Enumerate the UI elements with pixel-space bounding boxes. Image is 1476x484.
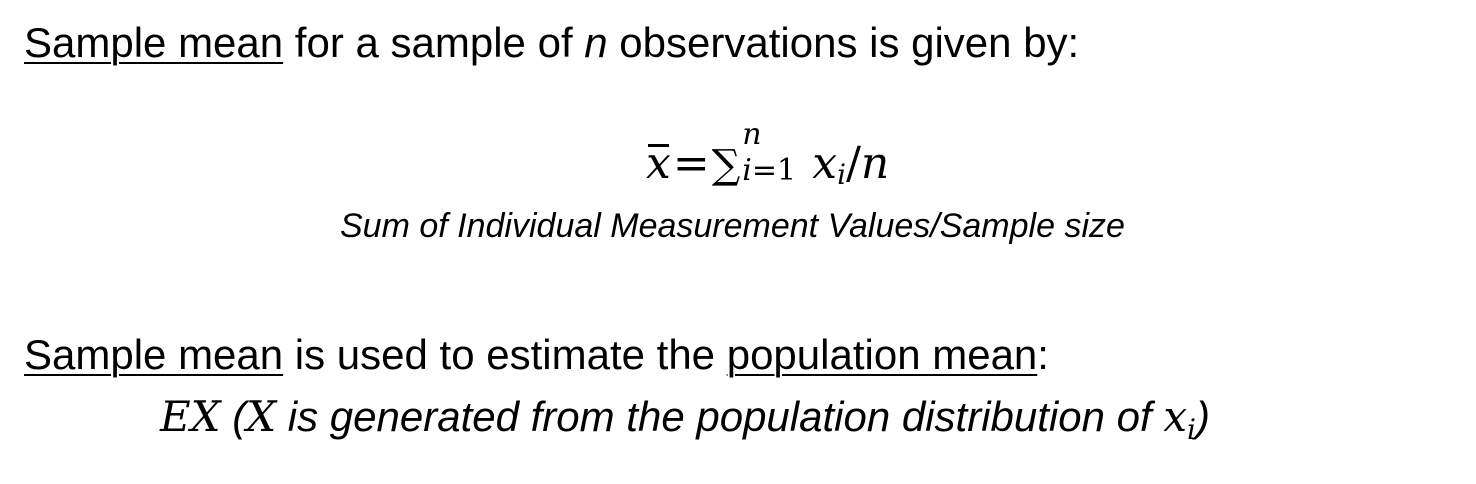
summation-index: i	[742, 153, 752, 188]
division-slash: /	[846, 138, 861, 189]
x-i-term: xi	[812, 138, 846, 189]
summation-upper-limit: n	[742, 117, 762, 152]
expectation-close: )	[1196, 393, 1210, 440]
x-i-subscript-2: i	[1187, 413, 1196, 446]
summation-start: =1	[751, 153, 797, 188]
expectation-ex: EX	[160, 392, 221, 441]
formula-caption: Sum of Individual Measurement Values/Sam…	[340, 207, 1125, 245]
expectation-text: is generated from the population distrib…	[276, 393, 1164, 440]
definition-text-b: observations is given by:	[607, 19, 1080, 66]
expectation-open: (	[220, 393, 247, 440]
population-mean-term: population mean	[726, 331, 1038, 378]
sample-mean-term-2: Sample mean	[24, 331, 284, 378]
summation-lower-limit: i=1	[742, 156, 796, 186]
estimation-statement: Sample mean is used to estimate the popu…	[24, 334, 1049, 376]
expectation-statement: EX (X is generated from the population d…	[160, 396, 1210, 444]
sample-mean-definition: Sample mean for a sample of n observatio…	[24, 22, 1079, 64]
formula-denominator: n	[860, 138, 890, 189]
slide: Sample mean for a sample of n observatio…	[0, 0, 1476, 484]
x-bar-symbol: x	[646, 138, 671, 189]
summation-limits: n i=1	[740, 120, 806, 186]
equals-sign: =	[672, 138, 710, 189]
n-variable: n	[584, 19, 608, 66]
x-i-subscript: i	[837, 158, 847, 191]
summation-symbol: ∑	[711, 142, 741, 188]
sample-mean-formula: x=∑ n i=1 xi/n	[646, 120, 890, 189]
definition-text-a: for a sample of	[283, 19, 585, 66]
random-variable-x: X	[246, 392, 277, 441]
x-i-base-2: x	[1163, 392, 1188, 441]
x-i-base: x	[812, 138, 838, 189]
sample-mean-term: Sample mean	[24, 19, 284, 66]
estimation-text-a: is used to estimate the	[283, 331, 727, 378]
estimation-text-b: :	[1037, 331, 1049, 378]
